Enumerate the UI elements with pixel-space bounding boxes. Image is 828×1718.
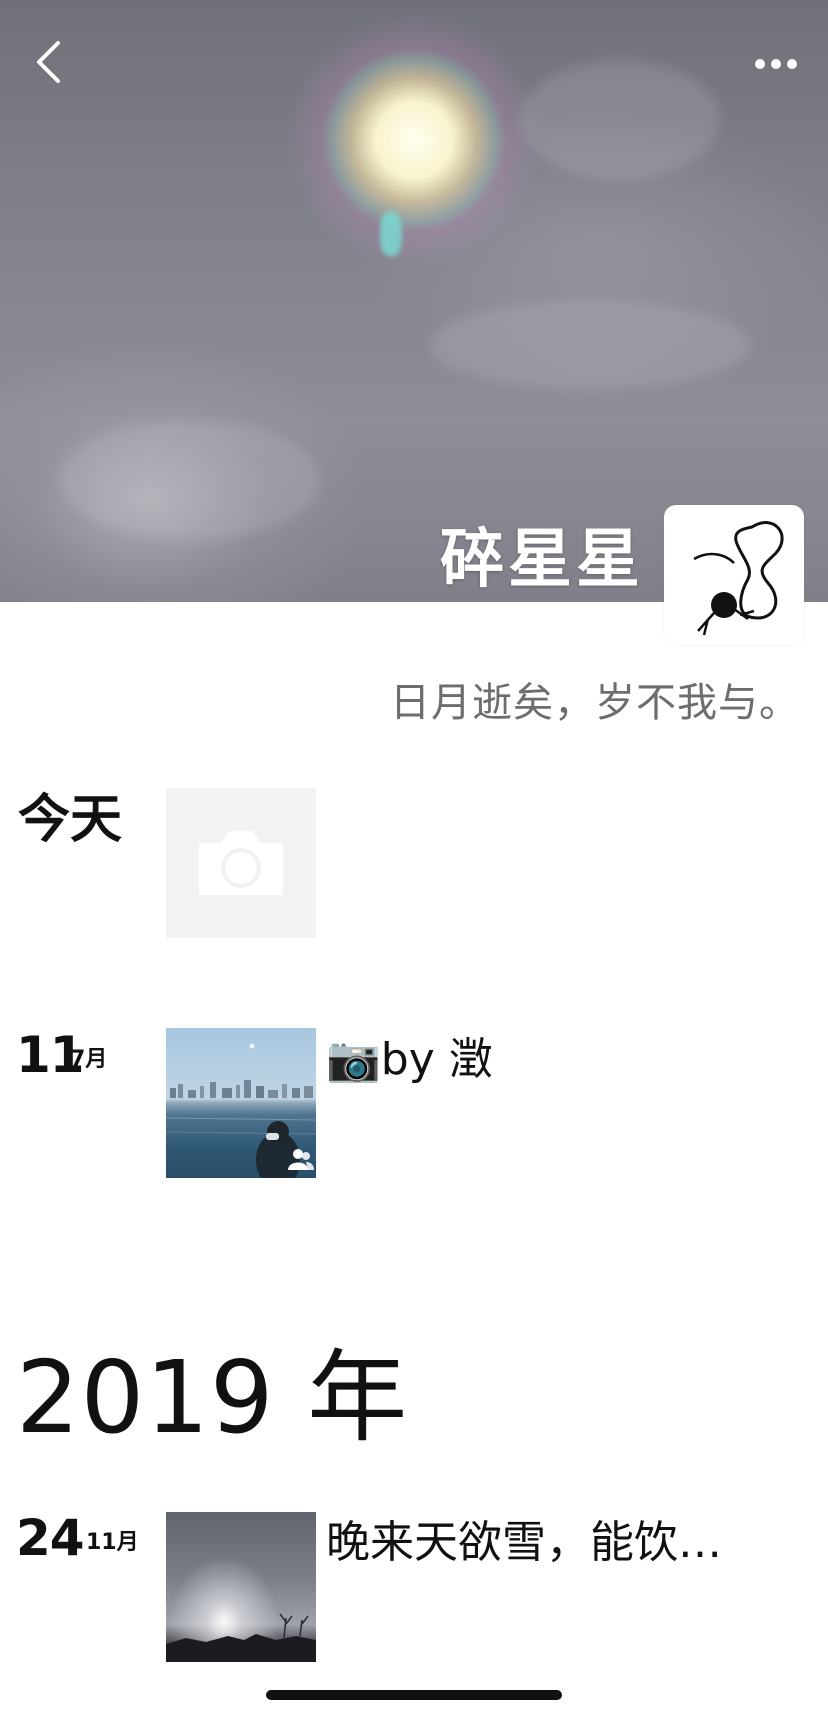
post-thumbnail[interactable]	[166, 1512, 316, 1662]
avatar-drawing	[693, 521, 784, 636]
date-label-today: 今天	[18, 790, 123, 850]
post-photo-winter-sky	[166, 1613, 316, 1662]
post-caption[interactable]: 晚来天欲雪，能饮…	[326, 1515, 722, 1571]
post-date-month: 11月	[86, 1530, 139, 1555]
chevron-left-icon	[37, 41, 60, 83]
more-horizontal-icon	[755, 59, 797, 69]
avatar[interactable]	[664, 505, 804, 645]
cover-cloud	[430, 300, 750, 390]
back-button[interactable]	[26, 40, 70, 84]
cover-cloud	[520, 60, 720, 180]
new-post-camera-button[interactable]	[166, 788, 316, 938]
year-heading: 2019 年	[16, 1339, 409, 1456]
camera-icon	[199, 831, 283, 895]
profile-signature: 日月逝矣，岁不我与。	[390, 680, 800, 726]
home-indicator[interactable]	[266, 1690, 562, 1700]
post-photo-city-lake	[166, 1043, 316, 1178]
post-date-month: 7月	[70, 1047, 108, 1072]
more-button[interactable]	[748, 46, 804, 82]
cover-cloud	[60, 420, 320, 540]
post-caption[interactable]: 📷by 澂	[326, 1032, 493, 1088]
post-date-day: 24	[16, 1509, 85, 1567]
profile-name[interactable]: 碎星星	[440, 520, 644, 600]
cover-sun-reflection	[380, 212, 402, 256]
post-thumbnail[interactable]	[166, 1028, 316, 1178]
